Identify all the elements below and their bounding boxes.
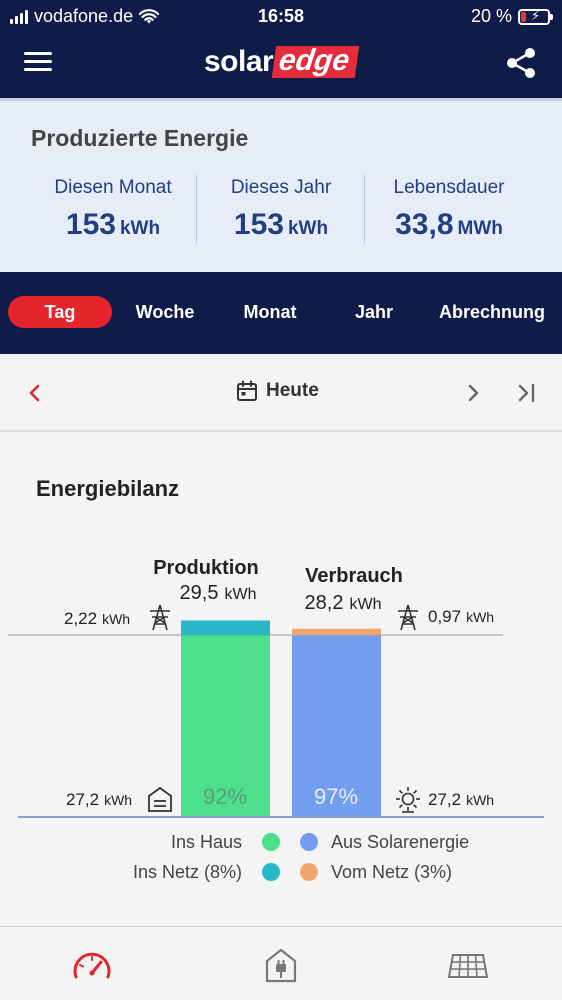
share-icon[interactable] xyxy=(504,46,538,80)
energy-balance-section: Energiebilanz Produktion 29,5 kWh Verbrau… xyxy=(0,432,562,926)
logo-edge-text: edge xyxy=(271,44,360,78)
date-selector[interactable]: Heute xyxy=(236,380,319,402)
legend-label-vom-netz: Vom Netz (3%) xyxy=(331,861,453,882)
status-right: 20 % ⚡ xyxy=(470,6,553,27)
stat-unit: kWh xyxy=(119,218,161,239)
legend-dot-ins-netz xyxy=(262,863,280,881)
stat-value: 153 kWh xyxy=(28,208,198,242)
house-icon xyxy=(148,786,172,812)
value-consumption-grid-unit: kWh xyxy=(466,609,494,625)
value-consumption-grid-number: 0,97 xyxy=(428,607,461,626)
tab-billing[interactable]: Abrechnung xyxy=(426,296,558,328)
tab-year[interactable]: Jahr xyxy=(336,296,412,328)
value-consumption-grid: 0,97 kWh xyxy=(428,607,494,626)
value-production-house: 27,2 kWh xyxy=(66,790,132,809)
dashboard-gauge-icon[interactable] xyxy=(70,945,114,985)
value-consumption-solar: 27,2 kWh xyxy=(428,790,494,809)
bar-percent-production: 92% xyxy=(203,784,247,809)
sun-icon xyxy=(396,787,420,813)
power-pylon-icon xyxy=(150,604,170,631)
total-production-unit: kWh xyxy=(224,586,256,603)
total-production: 29,5 kWh xyxy=(180,582,257,604)
legend-dot-aus-solarenergie xyxy=(300,833,318,851)
produced-energy-panel: Produzierte Energie Diesen Monat 153 kWh … xyxy=(0,98,562,272)
category-label-production: Produktion xyxy=(153,557,259,579)
logo-solar-text: solar xyxy=(204,45,274,78)
stat-this-month: Diesen Monat 153 kWh xyxy=(28,177,198,242)
stat-label: Lebensdauer xyxy=(393,177,505,198)
value-production-grid: 2,22 kWh xyxy=(64,609,130,628)
stat-value: 33,8 MWh xyxy=(364,208,534,242)
bar-percent-consumption: 97% xyxy=(314,784,358,809)
category-label-consumption: Verbrauch xyxy=(305,565,403,587)
stat-number: 33,8 xyxy=(395,208,454,241)
bottom-navigation xyxy=(0,926,562,1000)
stat-number: 153 xyxy=(233,208,284,241)
power-pylon-icon xyxy=(398,604,418,631)
legend-label-aus-solarenergie: Aus Solarenergie xyxy=(331,831,470,852)
bar-segment-consumption-3 xyxy=(292,628,381,636)
battery-icon: ⚡ xyxy=(518,8,553,25)
value-production-grid-unit: kWh xyxy=(102,611,130,627)
skip-to-end-icon[interactable] xyxy=(514,378,540,408)
tab-month[interactable]: Monat xyxy=(222,296,318,328)
stat-label: Dieses Jahr xyxy=(230,177,332,198)
legend-label-ins-netz: Ins Netz (8%) xyxy=(132,861,242,882)
date-label: Heute xyxy=(266,380,319,401)
value-production-house-unit: kWh xyxy=(104,792,132,808)
value-production-grid-number: 2,22 xyxy=(64,609,97,628)
stat-number: 153 xyxy=(65,208,116,241)
total-production-value: 29,5 xyxy=(180,582,219,604)
legend-dot-ins-haus xyxy=(262,833,280,851)
energy-balance-chart: Produktion 29,5 kWh Verbrauch 28,2 kWh 92%… xyxy=(8,557,544,818)
total-consumption-value: 28,2 xyxy=(305,592,344,614)
value-production-house-number: 27,2 xyxy=(66,790,99,809)
tab-day[interactable]: Tag xyxy=(8,296,112,328)
value-consumption-solar-unit: kWh xyxy=(466,792,494,808)
stat-lifetime: Lebensdauer 33,8 MWh xyxy=(364,177,534,242)
stat-unit: kWh xyxy=(287,218,329,239)
total-consumption: 28,2 kWh xyxy=(305,592,382,614)
solaredge-logo: solar edge xyxy=(204,44,360,80)
legend-label-ins-haus: Ins Haus xyxy=(170,831,242,852)
status-bar: vodafone.de 16:58 20 % ⚡ xyxy=(0,0,562,32)
battery-level xyxy=(521,11,526,22)
stat-unit: MWh xyxy=(457,218,503,239)
app-header: vodafone.de 16:58 20 % ⚡ solar edge xyxy=(0,0,562,98)
legend-dot-vom-netz xyxy=(300,863,318,881)
value-consumption-solar-number: 27,2 xyxy=(428,790,461,809)
house-plug-icon[interactable] xyxy=(259,945,303,985)
bar-segment-production-1 xyxy=(181,620,270,636)
stat-value: 153 kWh xyxy=(196,208,366,242)
produced-energy-title: Produzierte Energie xyxy=(31,125,249,151)
solar-panel-icon[interactable] xyxy=(446,945,490,985)
stat-label: Diesen Monat xyxy=(54,177,172,198)
total-consumption-unit: kWh xyxy=(349,596,381,613)
chevron-right-icon[interactable] xyxy=(464,378,484,408)
stat-this-year: Dieses Jahr 153 kWh xyxy=(196,177,366,242)
tab-week[interactable]: Woche xyxy=(118,296,212,328)
hamburger-menu-icon[interactable] xyxy=(24,52,52,72)
battery-percent: 20 % xyxy=(470,6,512,26)
calendar-icon xyxy=(237,380,257,401)
chevron-left-icon[interactable] xyxy=(24,378,44,408)
period-tabs: Tag Woche Monat Jahr Abrechnung xyxy=(0,272,562,354)
date-navigator: Heute xyxy=(0,354,562,432)
